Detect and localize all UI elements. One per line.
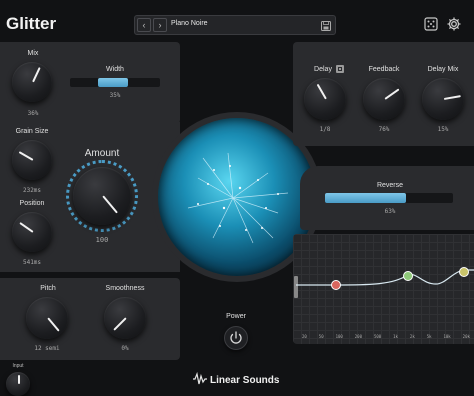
- width-label: Width: [106, 66, 124, 73]
- pitch-knob-pointer: [47, 317, 60, 332]
- delay-value: 1/8: [319, 126, 331, 133]
- width-slider[interactable]: [70, 78, 160, 87]
- gear-icon: [447, 17, 461, 31]
- smoothness-label: Smoothness: [105, 285, 145, 292]
- preset-save-button[interactable]: [320, 19, 332, 31]
- width-value: 35%: [109, 92, 121, 99]
- amount-knob-pointer: [102, 195, 118, 214]
- delay-knob[interactable]: [304, 78, 346, 120]
- reverse-slider-fill: [325, 193, 406, 203]
- eq-frequency-scale: 20 50 100 200 500 1k 2k 5k 10k 20k: [302, 334, 470, 342]
- smoothness-knob-pointer: [113, 317, 127, 331]
- preset-prev-button[interactable]: ‹: [137, 18, 151, 32]
- smoothness-knob[interactable]: [104, 297, 146, 339]
- feedback-value: 76%: [378, 126, 390, 133]
- waveform-icon: [193, 371, 207, 385]
- position-label: Position: [19, 200, 45, 207]
- eq-node-high[interactable]: [459, 267, 469, 277]
- delay-mix-knob-pointer: [443, 95, 461, 100]
- save-icon: [321, 21, 331, 31]
- reverse-label: Reverse: [376, 182, 404, 189]
- delay-label: Delay: [314, 66, 332, 73]
- position-knob[interactable]: [12, 212, 52, 252]
- pitch-value: 12 semi: [34, 345, 60, 352]
- chevron-right-icon: ›: [158, 20, 162, 30]
- brand-name: Linear Sounds: [210, 375, 280, 386]
- pitch-knob[interactable]: [26, 297, 68, 339]
- input-knob-pointer: [18, 375, 20, 384]
- eq-freq-label: 1k: [393, 334, 398, 339]
- eq-freq-label: 5k: [426, 334, 432, 339]
- position-knob-pointer: [19, 222, 34, 233]
- mix-knob-pointer: [32, 67, 41, 83]
- power-label: Power: [226, 313, 246, 320]
- eq-freq-label: 20k: [462, 334, 470, 339]
- mix-value: 36%: [27, 110, 39, 117]
- width-slider-fill: [98, 78, 128, 87]
- power-button[interactable]: [224, 326, 248, 350]
- eq-freq-label: 50: [318, 334, 324, 339]
- reverse-slider[interactable]: [325, 193, 453, 203]
- preset-next-button[interactable]: ›: [153, 18, 167, 32]
- delay-mix-value: 15%: [437, 126, 449, 133]
- brand-logo: [192, 371, 208, 386]
- eq-freq-label: 10k: [443, 334, 451, 339]
- eq-freq-label: 500: [373, 334, 382, 339]
- sync-icon: [338, 67, 342, 71]
- mix-label: Mix: [27, 50, 39, 57]
- app-title: Glitter: [6, 14, 57, 33]
- eq-node-mid[interactable]: [403, 271, 413, 281]
- delay-knob-pointer: [316, 83, 327, 100]
- grain-size-knob[interactable]: [12, 140, 52, 180]
- eq-curve: [296, 269, 474, 286]
- eq-freq-label: 20: [302, 334, 307, 339]
- input-label: Input: [12, 363, 24, 369]
- grain-size-value: 232ms: [22, 187, 42, 194]
- grain-size-knob-pointer: [18, 151, 34, 161]
- amount-label: Amount: [84, 148, 120, 159]
- pitch-label: Pitch: [40, 285, 56, 292]
- settings-button[interactable]: [446, 16, 462, 32]
- eq-freq-label: 100: [335, 334, 343, 339]
- eq-node-low[interactable]: [331, 280, 341, 290]
- grain-size-label: Grain Size: [15, 128, 49, 135]
- amount-knob[interactable]: [73, 167, 131, 225]
- reverse-value: 63%: [384, 208, 396, 215]
- delay-mix-knob[interactable]: [422, 78, 464, 120]
- amount-value: 100: [95, 236, 109, 244]
- feedback-knob-pointer: [384, 88, 400, 100]
- delay-mix-label: Delay Mix: [427, 66, 459, 73]
- smoothness-value: 0%: [121, 345, 129, 352]
- chevron-left-icon: ‹: [142, 20, 146, 30]
- position-value: 541ms: [22, 259, 42, 266]
- randomize-button[interactable]: [424, 17, 438, 31]
- preset-bar: ‹ › Plano Noire: [134, 15, 336, 35]
- dice-icon: [424, 17, 438, 31]
- eq-freq-label: 2k: [409, 334, 415, 339]
- delay-sync-toggle[interactable]: [336, 65, 344, 73]
- preset-name[interactable]: Plano Noire: [171, 20, 208, 27]
- mix-knob[interactable]: [12, 62, 52, 102]
- eq-freq-label: 200: [354, 334, 362, 339]
- input-knob[interactable]: [6, 372, 30, 396]
- power-icon: [230, 331, 242, 344]
- feedback-knob[interactable]: [363, 78, 405, 120]
- feedback-label: Feedback: [368, 66, 400, 73]
